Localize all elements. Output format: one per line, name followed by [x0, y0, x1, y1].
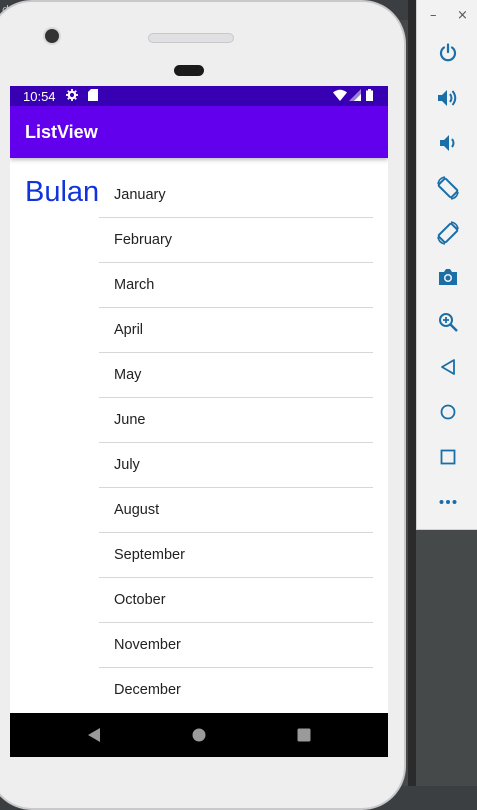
nav-home-button[interactable] [177, 713, 221, 757]
zoom-button[interactable] [431, 305, 465, 339]
battery-icon [366, 89, 373, 104]
volume-down-button[interactable] [431, 126, 465, 160]
settings-icon [66, 89, 78, 104]
list-item[interactable]: March [99, 263, 373, 308]
app-title: ListView [25, 122, 98, 142]
sd-card-icon [88, 89, 98, 104]
list-item[interactable]: June [99, 398, 373, 443]
screenshot-button[interactable] [431, 260, 465, 294]
recents-icon [297, 728, 311, 742]
signal-icon [349, 89, 361, 104]
status-bar: 10:54 [10, 86, 388, 106]
list-item-label: June [114, 412, 146, 428]
app-bar: ListView [10, 106, 388, 158]
list-item-label: September [114, 547, 185, 563]
minimize-button[interactable]: – [430, 8, 437, 23]
device-screen: 10:54 ListView Bulan January February Ma… [10, 86, 388, 757]
home-icon [440, 404, 456, 420]
proximity-sensor [174, 65, 204, 76]
power-button[interactable] [431, 36, 465, 70]
emulator-toolbar: – × [416, 0, 477, 530]
list-item-label: July [114, 457, 140, 473]
zoom-icon [439, 313, 458, 332]
rotate-left-button[interactable] [431, 171, 465, 205]
list-item[interactable]: September [99, 533, 373, 578]
more-icon [439, 500, 457, 504]
power-icon [439, 43, 457, 62]
list-item-label: November [114, 637, 181, 653]
list-item-label: February [114, 232, 173, 248]
back-icon [88, 728, 100, 742]
list-item-label: December [114, 682, 181, 698]
list-item[interactable]: July [99, 443, 373, 488]
camera-icon [439, 269, 457, 285]
front-camera [45, 29, 59, 43]
list-item-label: August [114, 502, 160, 518]
back-icon [441, 359, 455, 375]
list-item-label: May [114, 367, 142, 383]
emulator-window-controls: – × [417, 6, 477, 28]
list-item[interactable]: January [99, 173, 373, 218]
list-item[interactable]: October [99, 578, 373, 623]
list-item[interactable]: February [99, 218, 373, 263]
list-item[interactable]: November [99, 623, 373, 668]
overview-icon [440, 449, 456, 465]
list-item[interactable]: December [99, 668, 373, 712]
list-item-label: October [114, 592, 166, 608]
list-item-label: April [114, 322, 144, 338]
rotate-right-icon [437, 221, 459, 245]
wifi-icon [333, 89, 347, 104]
emu-home-button[interactable] [431, 395, 465, 429]
volume-up-button[interactable] [431, 81, 465, 115]
list-item[interactable]: May [99, 353, 373, 398]
volume-down-icon [440, 135, 455, 151]
rotate-right-button[interactable] [431, 216, 465, 250]
status-time: 10:54 [23, 89, 56, 104]
heading-label: Bulan [25, 176, 100, 208]
emu-overview-button[interactable] [431, 440, 465, 474]
nav-back-button[interactable] [72, 713, 116, 757]
list-item-label: March [114, 277, 155, 293]
close-button[interactable]: × [457, 8, 468, 23]
main-content: Bulan January February March April May J… [10, 158, 388, 713]
more-button[interactable] [431, 485, 465, 519]
home-icon [192, 728, 206, 742]
volume-up-icon [438, 90, 457, 106]
desktop-edge [408, 0, 416, 786]
list-item-label: January [114, 187, 166, 203]
month-list[interactable]: January February March April May June Ju… [99, 173, 373, 712]
nav-recents-button[interactable] [282, 713, 326, 757]
list-item[interactable]: August [99, 488, 373, 533]
rotate-left-icon [437, 176, 459, 200]
navigation-bar [10, 713, 388, 757]
emu-back-button[interactable] [431, 350, 465, 384]
earpiece-speaker [148, 33, 234, 43]
list-item[interactable]: April [99, 308, 373, 353]
